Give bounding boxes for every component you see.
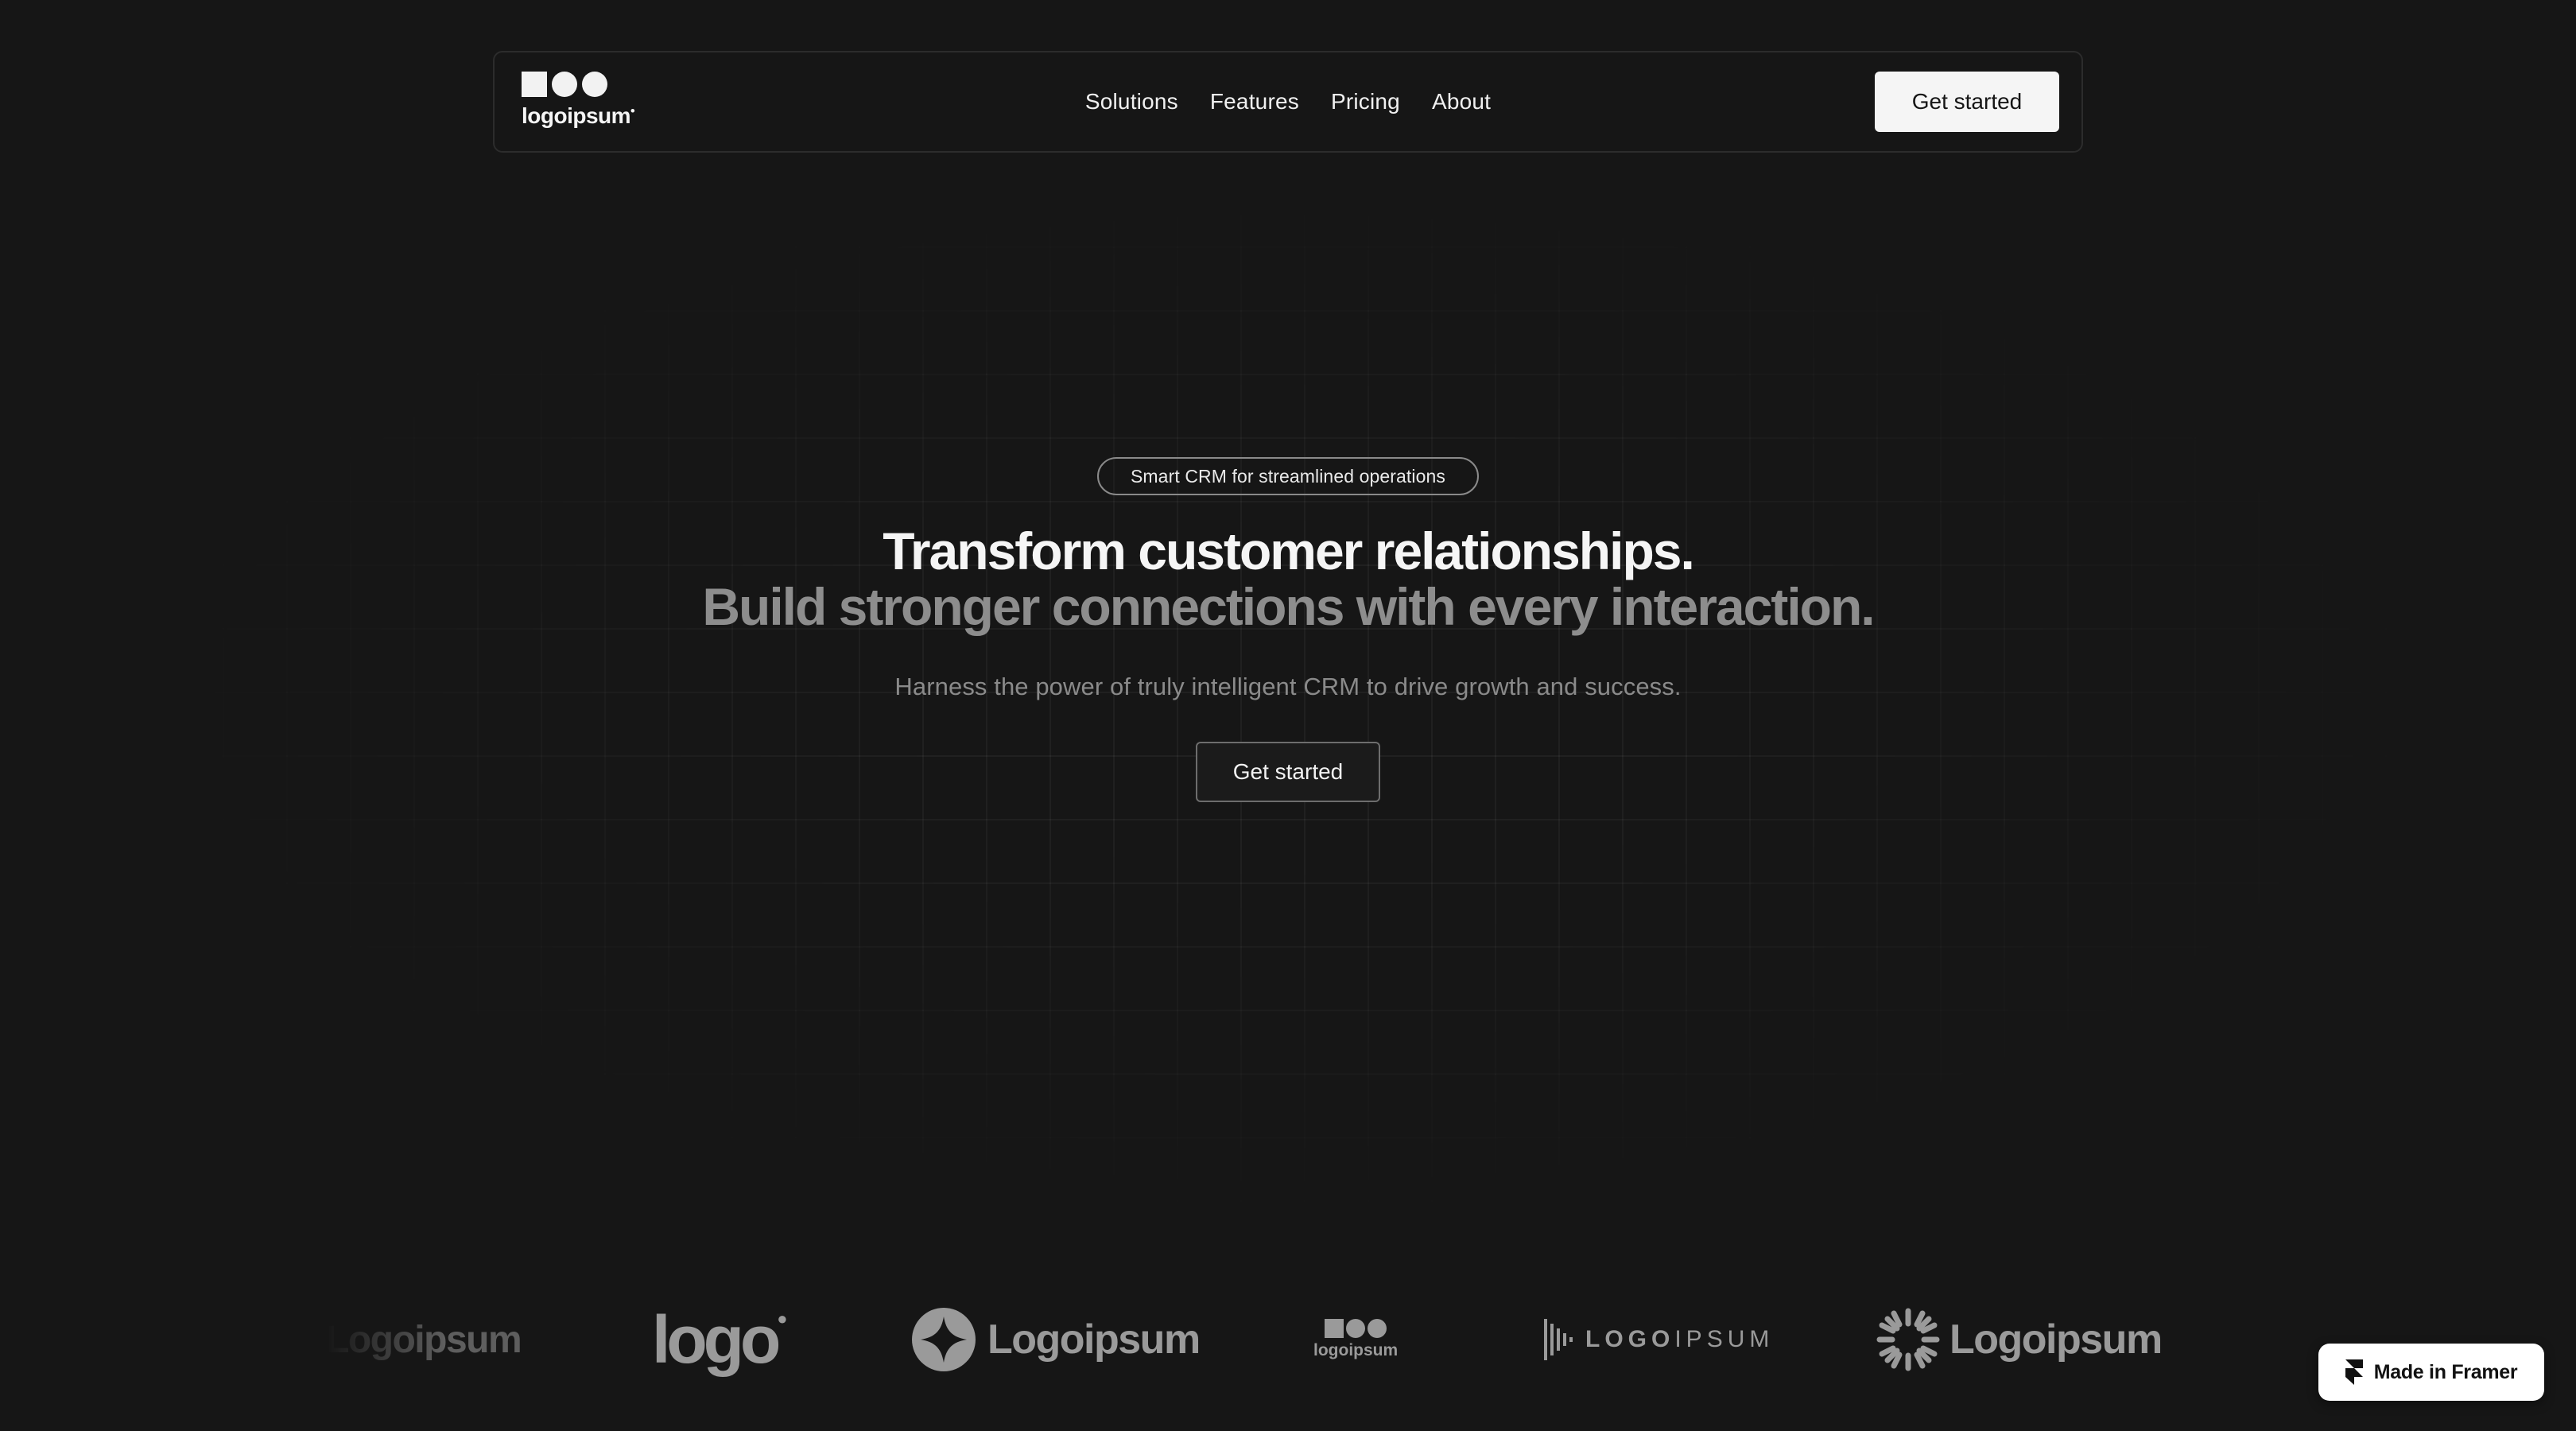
star-badge-icon [912, 1308, 976, 1371]
partner-logo-5-text: LOGOIPSUM [1585, 1326, 1775, 1352]
nav-get-started-button[interactable]: Get started [1875, 72, 2059, 132]
hero-headline: Transform customer relationships. [883, 522, 1695, 580]
partner-logo-4: logoipsum [1313, 1288, 1398, 1391]
made-in-framer-label: Made in Framer [2373, 1360, 2518, 1383]
partner-logo-4-text: logoipsum [1313, 1341, 1399, 1359]
partner-logo-1-text: Logoipsum [326, 1318, 522, 1361]
framer-icon [2345, 1359, 2363, 1385]
partner-logo-1: Logoipsum [326, 1288, 541, 1391]
partner-logo-6: Logoipsum [1876, 1288, 2163, 1391]
sunburst-icon [1876, 1308, 1940, 1371]
partner-logo-6-text: Logoipsum [1949, 1317, 2163, 1363]
top-navbar: logoipsum• Solutions Features Pricing Ab… [493, 51, 2083, 153]
nav-link-about[interactable]: About [1432, 89, 1491, 114]
partner-logo-3-text: Logoipsum [987, 1317, 1201, 1363]
logo-strip: Logoipsum logo ● Logoipsum logoipsum LOG… [0, 1288, 2576, 1391]
nav-link-pricing[interactable]: Pricing [1331, 89, 1400, 114]
partner-logo-3: Logoipsum [911, 1288, 1201, 1391]
partner-logo-2: logo ● [652, 1288, 788, 1391]
nav-links: Solutions Features Pricing About [495, 52, 2081, 151]
soundwave-icon [1544, 1319, 1573, 1360]
partner-logo-2-text: logo [652, 1301, 781, 1377]
logo-mark-icon [1325, 1319, 1387, 1338]
logo-mark-icon [522, 72, 657, 97]
hero-description: Harness the power of truly intelligent C… [894, 673, 1682, 700]
made-in-framer-badge[interactable]: Made in Framer [2318, 1344, 2544, 1401]
hero-subheadline: Build stronger connections with every in… [702, 577, 1875, 636]
partner-logo-5: LOGOIPSUM [1544, 1288, 1774, 1391]
brand-logo[interactable]: logoipsum• [522, 72, 657, 135]
brand-name: logoipsum• [522, 103, 635, 128]
nav-link-solutions[interactable]: Solutions [1085, 89, 1178, 114]
hero-get-started-button[interactable]: Get started [1196, 742, 1380, 802]
dot-icon: ● [777, 1309, 788, 1328]
nav-link-features[interactable]: Features [1210, 89, 1299, 114]
hero-badge: Smart CRM for streamlined operations [1097, 457, 1479, 495]
